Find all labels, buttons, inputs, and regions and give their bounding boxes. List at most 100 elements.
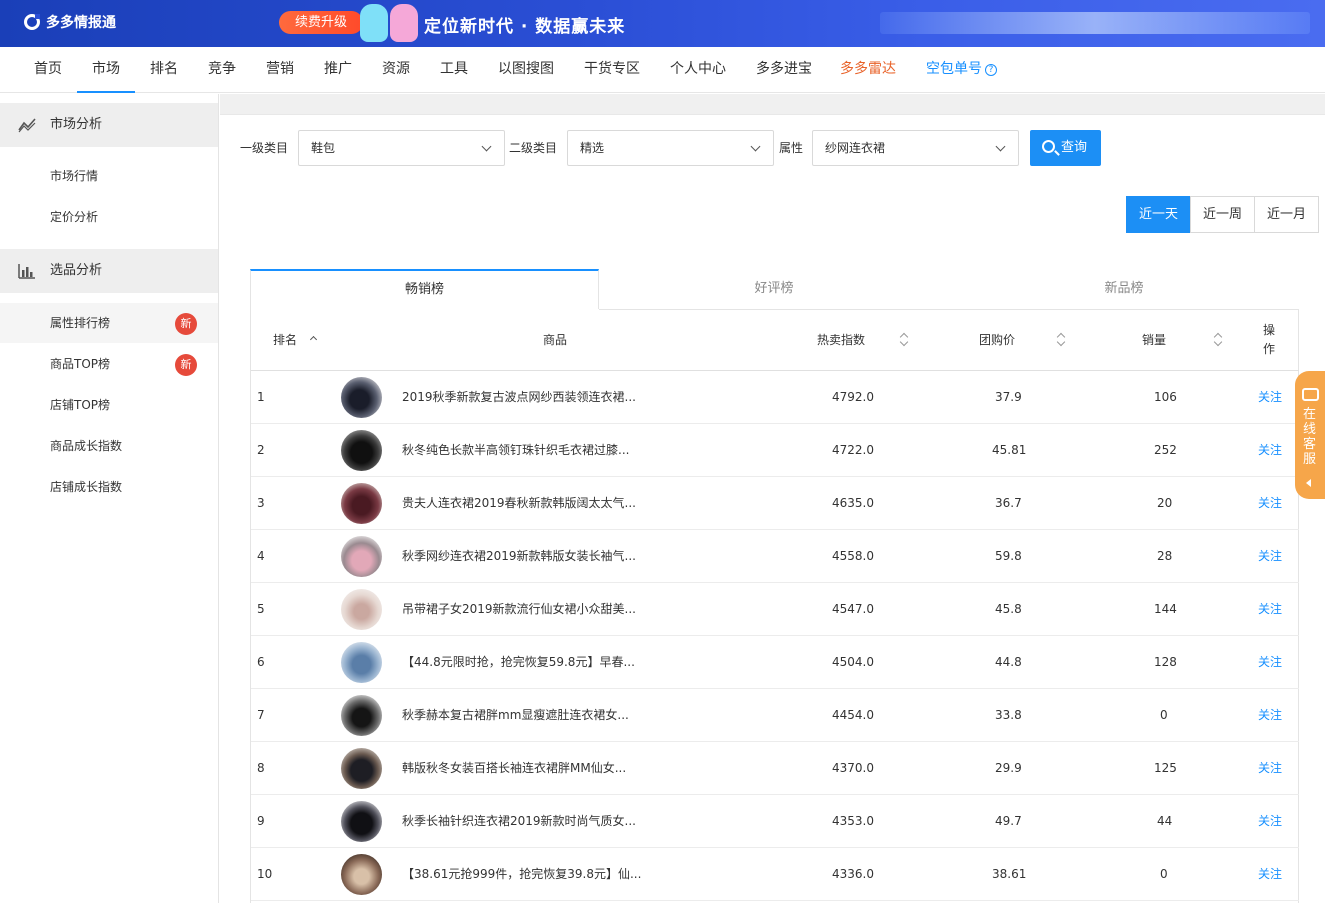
table-row: 3 贵夫人连衣裙2019春秋新款韩版阔太太气... 4635.0 36.7 20… (251, 477, 1299, 530)
sort-icon[interactable] (1214, 333, 1222, 347)
query-button[interactable]: 查询 (1030, 130, 1101, 166)
product-name[interactable]: 【38.61元抢999件，抢完恢复39.8元】仙... (402, 848, 641, 900)
query-button-label: 查询 (1061, 140, 1088, 155)
product-thumbnail[interactable] (341, 695, 382, 736)
hot-index-cell: 4792.0 (832, 390, 874, 404)
tab-bestseller[interactable]: 畅销榜 (250, 269, 599, 309)
nav-ranking[interactable]: 排名 (150, 47, 178, 93)
app-logo[interactable]: 多多情报通 (24, 12, 116, 32)
product-name[interactable]: 秋季长袖针织连衣裙2019新款时尚气质女... (402, 795, 636, 847)
nav-marketing[interactable]: 营销 (266, 47, 294, 93)
sidebar-item-product-top[interactable]: 商品TOP榜 新 (0, 344, 218, 384)
product-name[interactable]: 吊带裙子女2019新款流行仙女裙小众甜美... (402, 583, 636, 635)
sort-icon[interactable] (1057, 333, 1065, 347)
col-hot-index[interactable]: 热卖指数 (817, 309, 865, 371)
nav-empty-parcel-label: 空包单号 (926, 61, 982, 77)
hot-index-cell: 4370.0 (832, 761, 874, 775)
sidebar-item-attribute-ranking[interactable]: 属性排行榜 新 (0, 303, 218, 343)
table-row: 7 秋季赫本复古裙胖mm显瘦遮肚连衣裙女... 4454.0 33.8 0 关注 (251, 689, 1299, 742)
nav-tools[interactable]: 工具 (440, 47, 468, 93)
product-thumbnail[interactable] (341, 430, 382, 471)
product-name[interactable]: 2019秋季新款复古波点网纱西装领连衣裙... (402, 371, 636, 423)
sidebar-item-label: 属性排行榜 (50, 316, 111, 330)
sales-cell: 125 (1154, 761, 1177, 775)
product-thumbnail[interactable] (341, 748, 382, 789)
sidebar-item-product-growth[interactable]: 商品成长指数 (0, 426, 218, 466)
question-circle-icon[interactable]: ? (985, 64, 997, 76)
follow-link[interactable]: 关注 (1258, 583, 1282, 635)
follow-link[interactable]: 关注 (1258, 371, 1282, 423)
hot-index-cell: 4722.0 (832, 443, 874, 457)
sales-cell: 44 (1157, 814, 1173, 828)
follow-link[interactable]: 关注 (1258, 742, 1282, 794)
period-day-button[interactable]: 近一天 (1126, 196, 1191, 233)
product-thumbnail[interactable] (341, 377, 382, 418)
period-week-button[interactable]: 近一周 (1190, 196, 1255, 233)
product-thumbnail[interactable] (341, 483, 382, 524)
product-thumbnail[interactable] (341, 801, 382, 842)
price-cell: 45.81 (992, 443, 1027, 457)
upgrade-button[interactable]: 续费升级 (279, 11, 364, 34)
nav-user-center[interactable]: 个人中心 (670, 47, 726, 93)
product-name[interactable]: 秋季赫本复古裙胖mm显瘦遮肚连衣裙女... (402, 689, 629, 741)
follow-link[interactable]: 关注 (1258, 848, 1282, 900)
tab-good-reviews[interactable]: 好评榜 (599, 269, 949, 309)
price-cell: 49.7 (995, 814, 1022, 828)
attribute-select[interactable]: 纱网连衣裙 (812, 130, 1019, 166)
product-thumbnail[interactable] (341, 642, 382, 683)
product-thumbnail[interactable] (341, 536, 382, 577)
sidebar-item-label: 商品TOP榜 (50, 357, 111, 371)
rank-cell: 2 (257, 443, 265, 457)
col-rank[interactable]: 排名 (273, 309, 297, 371)
follow-link[interactable]: 关注 (1258, 689, 1282, 741)
product-name[interactable]: 【44.8元限时抢，抢完恢复59.8元】早春... (402, 636, 635, 688)
sidebar-group-product-selection[interactable]: 选品分析 (0, 249, 218, 293)
tab-new-products[interactable]: 新品榜 (949, 269, 1299, 309)
nav-empty-parcel[interactable]: 空包单号? (926, 47, 997, 93)
col-sales[interactable]: 销量 (1142, 309, 1166, 371)
product-thumbnail[interactable] (341, 854, 382, 895)
nav-competition[interactable]: 竞争 (208, 47, 236, 93)
product-name[interactable]: 秋季网纱连衣裙2019新款韩版女装长袖气... (402, 530, 636, 582)
follow-link[interactable]: 关注 (1258, 530, 1282, 582)
product-thumbnail[interactable] (341, 589, 382, 630)
sidebar-item-shop-growth[interactable]: 店铺成长指数 (0, 467, 218, 507)
sidebar-item-pricing-analysis[interactable]: 定价分析 (0, 197, 218, 237)
rank-cell: 8 (257, 761, 265, 775)
table-row: 2 秋冬纯色长款半高领钉珠针织毛衣裙过膝... 4722.0 45.81 252… (251, 424, 1299, 477)
product-name[interactable]: 贵夫人连衣裙2019春秋新款韩版阔太太气... (402, 477, 636, 529)
sales-cell: 28 (1157, 549, 1173, 563)
rank-cell: 5 (257, 602, 265, 616)
nav-duoduo-radar[interactable]: 多多雷达 (840, 47, 896, 93)
sidebar: 市场分析 市场行情 定价分析 选品分析 属性排行榜 新 商品TOP榜 新 店铺T… (0, 94, 219, 903)
app-name: 多多情报通 (46, 15, 116, 31)
sidebar-item-market-trends[interactable]: 市场行情 (0, 156, 218, 196)
period-month-button[interactable]: 近一月 (1254, 196, 1319, 233)
sort-ascending-icon[interactable] (309, 335, 318, 344)
nav-promotion[interactable]: 推广 (324, 47, 352, 93)
new-badge: 新 (175, 354, 197, 376)
sort-icon[interactable] (900, 333, 908, 347)
follow-link[interactable]: 关注 (1258, 795, 1282, 847)
nav-market[interactable]: 市场 (77, 47, 135, 93)
product-name[interactable]: 韩版秋冬女装百搭长袖连衣裙胖MM仙女... (402, 742, 626, 794)
level1-category-select[interactable]: 鞋包 (298, 130, 505, 166)
nav-resources[interactable]: 资源 (382, 47, 410, 93)
follow-link[interactable]: 关注 (1258, 424, 1282, 476)
follow-link[interactable]: 关注 (1258, 636, 1282, 688)
nav-articles[interactable]: 干货专区 (584, 47, 640, 93)
nav-home[interactable]: 首页 (34, 47, 62, 93)
level2-category-select[interactable]: 精选 (567, 130, 774, 166)
online-service-button[interactable]: 在线客服 (1295, 371, 1325, 499)
hot-index-cell: 4504.0 (832, 655, 874, 669)
sidebar-group-market-analysis[interactable]: 市场分析 (0, 103, 218, 147)
chevron-down-icon (481, 141, 492, 152)
col-group-price[interactable]: 团购价 (979, 309, 1015, 371)
sidebar-item-shop-top[interactable]: 店铺TOP榜 (0, 385, 218, 425)
follow-link[interactable]: 关注 (1258, 477, 1282, 529)
nav-image-search[interactable]: 以图搜图 (498, 47, 554, 93)
price-cell: 38.61 (992, 867, 1027, 881)
nav-duoduo-jinbao[interactable]: 多多进宝 (756, 47, 812, 93)
rank-cell: 9 (257, 814, 265, 828)
product-name[interactable]: 秋冬纯色长款半高领钉珠针织毛衣裙过膝... (402, 424, 629, 476)
